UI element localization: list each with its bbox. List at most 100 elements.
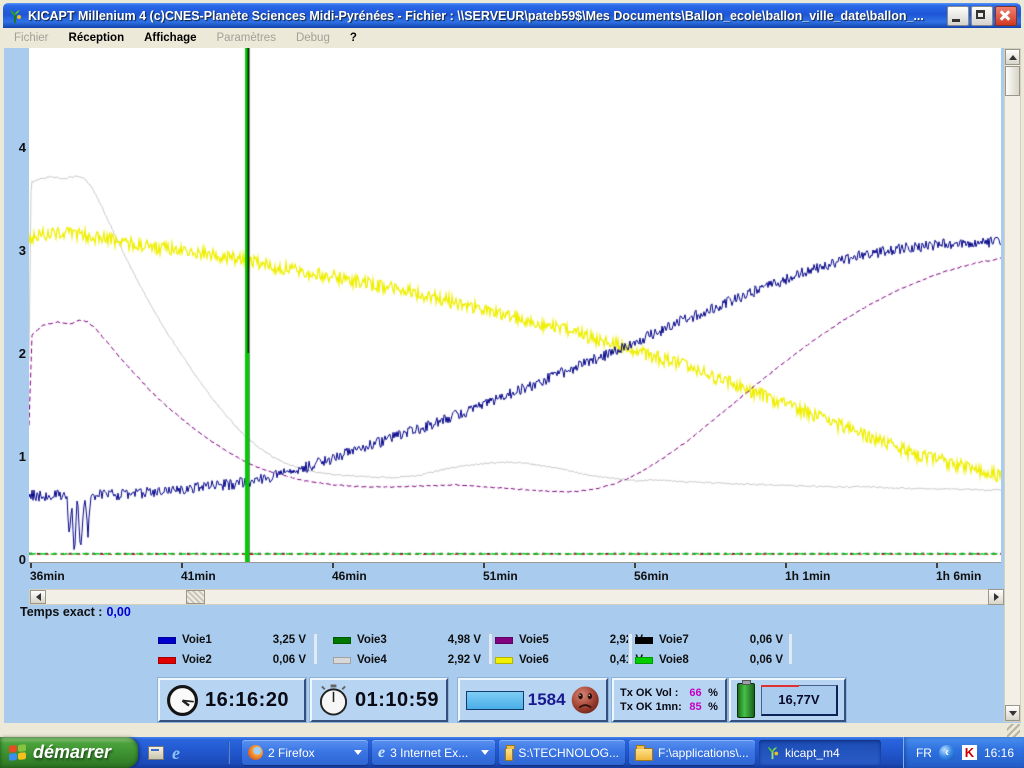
temps-exact-readout: Temps exact :0,00 — [20, 605, 131, 619]
plot-canvas[interactable] — [29, 48, 1001, 562]
taskbar-button-firefox[interactable]: 2 Firefox — [242, 740, 368, 765]
windows-flag-icon — [9, 744, 26, 762]
frame-counter-box: 1584 — [458, 678, 608, 722]
tx-1mn-value: 85 — [689, 701, 702, 713]
menubar: Fichier Réception Affichage Paramètres D… — [4, 28, 1020, 49]
start-button-label: démarrer — [33, 742, 111, 763]
taskbar-button-internet-explorer[interactable]: 3 Internet Ex... — [372, 740, 495, 765]
show-desktop-icon[interactable] — [148, 746, 164, 760]
voie5-label: Voie5 — [519, 634, 549, 646]
x-axis-label: 41min — [181, 569, 216, 583]
right-arrow-icon — [994, 593, 999, 601]
taskbar-divider — [228, 742, 230, 764]
scroll-left-button[interactable] — [30, 590, 46, 604]
battery-voltage: 16,77V — [761, 685, 838, 716]
taskbar-button-label: 3 Internet Ex... — [390, 746, 468, 760]
menu-help[interactable]: ? — [340, 30, 367, 46]
voie1-value: 3,25 V — [273, 634, 306, 646]
voie7-value: 0,06 V — [750, 634, 783, 646]
tx-1mn-percent: % — [708, 701, 719, 713]
start-button[interactable]: démarrer — [0, 737, 138, 768]
legend-item-voie6: Voie6 0,41 V — [495, 652, 645, 668]
scroll-right-button[interactable] — [988, 589, 1004, 605]
menu-affichage[interactable]: Affichage — [134, 30, 206, 46]
chrono-box: 01:10:59 — [310, 678, 448, 722]
plot-area[interactable] — [29, 48, 1001, 563]
vertical-scroll-thumb[interactable] — [1005, 66, 1020, 96]
frame-counter-value: 1584 — [528, 690, 566, 710]
menu-parametres[interactable]: Paramètres — [207, 30, 286, 46]
voie7-swatch — [635, 637, 653, 644]
voie5-swatch — [495, 637, 513, 644]
menu-debug[interactable]: Debug — [286, 30, 340, 46]
scroll-up-button[interactable] — [1005, 49, 1020, 65]
voie4-swatch — [333, 657, 351, 664]
screen: KICAPT Millenium 4 (c)CNES-Planète Scien… — [0, 0, 1024, 768]
system-tray: FR 16:16 — [903, 737, 1024, 768]
quick-launch-area — [138, 737, 240, 768]
window-resize-grip[interactable] — [1007, 724, 1020, 737]
voie4-label: Voie4 — [357, 654, 387, 666]
frame-counter-bar — [466, 691, 524, 710]
ie-icon — [378, 745, 385, 761]
horizontal-scroll-thumb[interactable] — [186, 590, 205, 604]
x-tick — [181, 563, 183, 568]
battery-icon — [737, 683, 755, 718]
x-tick — [936, 563, 938, 568]
left-arrow-icon — [36, 593, 41, 601]
x-axis-label: 56min — [634, 569, 669, 583]
minimize-button[interactable] — [947, 6, 969, 26]
y-axis-label-1: 1 — [4, 450, 26, 464]
x-axis-label: 51min — [483, 569, 518, 583]
menu-fichier[interactable]: Fichier — [4, 30, 59, 46]
x-tick — [332, 563, 334, 568]
clock-time: 16:16:20 — [205, 689, 289, 712]
voie7-label: Voie7 — [659, 634, 689, 646]
taskbar: démarrer 2 Firefox 3 Internet Ex... S:\T… — [0, 737, 1024, 768]
voie1-swatch — [158, 637, 176, 644]
sad-face-icon — [570, 682, 600, 718]
battery-box: 16,77V — [729, 678, 846, 722]
kicapt-app-icon — [7, 8, 23, 24]
x-axis-label: 46min — [332, 569, 367, 583]
legend-separator — [628, 633, 633, 665]
voie2-value: 0,06 V — [273, 654, 306, 666]
tray-clock[interactable]: 16:16 — [984, 746, 1014, 760]
temps-exact-value: 0,00 — [106, 605, 130, 619]
x-tick — [483, 563, 485, 568]
y-axis-label-0: 0 — [4, 553, 26, 567]
tx-vol-percent: % — [708, 687, 719, 699]
folder-icon — [505, 748, 513, 761]
vertical-scrollbar[interactable] — [1004, 48, 1021, 722]
language-indicator[interactable]: FR — [916, 746, 932, 760]
hide-icons-button[interactable] — [939, 745, 955, 761]
x-tick — [30, 563, 32, 568]
kaspersky-tray-icon[interactable] — [962, 745, 977, 760]
legend-item-voie1: Voie1 3,25 V — [158, 632, 308, 648]
x-tick — [634, 563, 636, 568]
legend-separator — [488, 633, 493, 665]
close-button[interactable] — [995, 6, 1017, 26]
horizontal-scrollbar[interactable] — [29, 589, 989, 605]
y-axis-label-4: 4 — [4, 141, 26, 155]
folder-icon — [635, 748, 653, 761]
taskbar-button-folder-s[interactable]: S:\TECHNOLOG... — [499, 740, 625, 765]
menu-reception[interactable]: Réception — [59, 30, 135, 46]
clock-box: 16:16:20 — [158, 678, 306, 722]
tx-status-box: Tx OK Vol : 66 % Tx OK 1mn: 85 % — [612, 678, 727, 722]
x-axis-label: 1h 1min — [785, 569, 830, 583]
titlebar[interactable]: KICAPT Millenium 4 (c)CNES-Planète Scien… — [3, 3, 1021, 28]
tx-vol-value: 66 — [689, 687, 702, 699]
taskbar-button-kicapt[interactable]: kicapt_m4 — [759, 740, 881, 765]
x-axis-label: 36min — [30, 569, 65, 583]
taskbar-button-folder-f[interactable]: F:\applications\... — [629, 740, 755, 765]
legend-separator — [788, 633, 793, 665]
internet-explorer-quicklaunch-icon[interactable] — [172, 744, 180, 762]
y-axis-label-3: 3 — [4, 244, 26, 258]
voie6-swatch — [495, 657, 513, 664]
window-title: KICAPT Millenium 4 (c)CNES-Planète Scien… — [28, 9, 947, 23]
voie8-label: Voie8 — [659, 654, 689, 666]
voie3-label: Voie3 — [357, 634, 387, 646]
scroll-down-button[interactable] — [1005, 705, 1020, 721]
maximize-button[interactable] — [971, 6, 993, 26]
